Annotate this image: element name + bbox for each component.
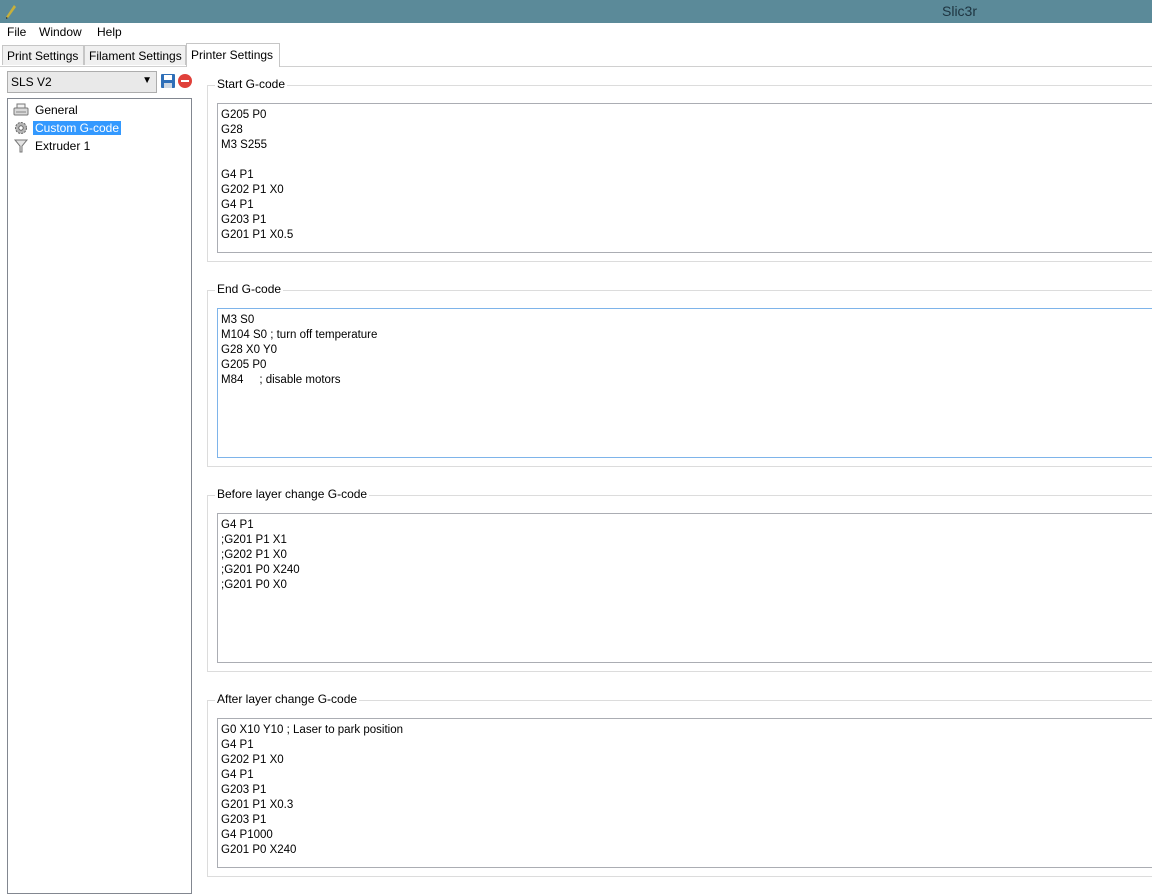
window-title: Slic3r (942, 3, 978, 19)
preset-value: SLS V2 (11, 75, 52, 89)
after-layer-change-gcode-section: After layer change G-code G0 X10 Y10 ; L… (207, 692, 1152, 877)
section-title: Before layer change G-code (215, 487, 370, 501)
title-bar: Slic3r (0, 0, 1152, 23)
section-title: Start G-code (215, 77, 288, 91)
section-title: End G-code (215, 282, 284, 296)
tree-item-label: Custom G-code (33, 121, 122, 135)
tab-print-settings[interactable]: Print Settings (2, 45, 84, 65)
save-icon[interactable] (160, 73, 176, 89)
start-gcode-textarea[interactable]: G205 P0 G28 M3 S255 G4 P1 G202 P1 X0 G4 … (217, 103, 1152, 253)
preset-dropdown[interactable]: SLS V2 ▼ (7, 71, 157, 93)
end-gcode-section: End G-code M3 S0 M104 S0 ; turn off temp… (207, 282, 1152, 467)
end-gcode-textarea[interactable]: M3 S0 M104 S0 ; turn off temperature G28… (217, 308, 1152, 458)
slic3r-app-icon[interactable] (3, 3, 19, 19)
tree-item-label: Extruder 1 (35, 139, 91, 153)
tab-printer-settings[interactable]: Printer Settings (186, 43, 280, 67)
tree-item-label: General (35, 103, 78, 117)
start-gcode-section: Start G-code G205 P0 G28 M3 S255 G4 P1 G… (207, 77, 1152, 262)
settings-tree[interactable]: General Custom G-code Extruder 1 (7, 98, 192, 894)
printer-icon (13, 103, 29, 116)
menu-file[interactable]: File (7, 25, 26, 39)
gear-icon (15, 122, 27, 134)
chevron-down-icon: ▼ (142, 75, 152, 86)
delete-icon[interactable] (177, 73, 193, 89)
before-layer-change-gcode-textarea[interactable]: G4 P1 ;G201 P1 X1 ;G202 P1 X0 ;G201 P0 X… (217, 513, 1152, 663)
after-layer-change-gcode-textarea[interactable]: G0 X10 Y10 ; Laser to park position G4 P… (217, 718, 1152, 868)
menu-window[interactable]: Window (39, 25, 82, 39)
menu-help[interactable]: Help (97, 25, 122, 39)
menu-bar: File Window Help (0, 23, 1152, 43)
before-layer-change-gcode-section: Before layer change G-code G4 P1 ;G201 P… (207, 487, 1152, 672)
section-title: After layer change G-code (215, 692, 360, 706)
tab-filament-settings[interactable]: Filament Settings (84, 45, 186, 65)
funnel-icon (13, 139, 29, 153)
tab-strip: Print Settings Filament Settings Printer… (0, 43, 1152, 67)
